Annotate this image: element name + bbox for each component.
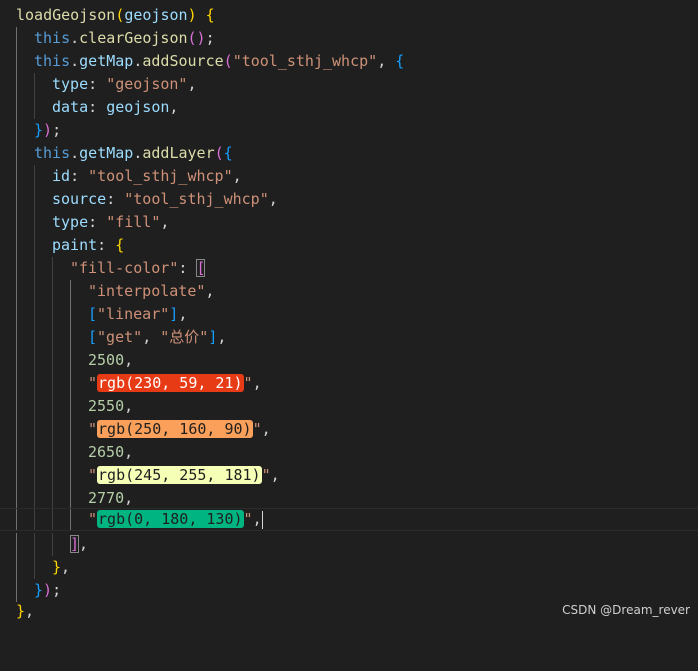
code-line: type: "geojson",	[0, 73, 698, 96]
add-layer-fn: addLayer	[142, 144, 215, 162]
source-value-string: "tool_sthj_whcp"	[124, 190, 269, 208]
fill-color-key: "fill-color"	[70, 259, 179, 277]
code-line: "fill-color": [	[0, 257, 698, 280]
watermark: CSDN @Dream_rever	[562, 603, 690, 617]
stop-value: 2550	[88, 397, 125, 415]
this-keyword: this	[34, 144, 71, 162]
color-swatch-stop-4[interactable]: rgb(0, 180, 130)	[97, 510, 244, 528]
source-key: source	[52, 190, 107, 208]
code-line: type: "fill",	[0, 211, 698, 234]
stop-value: 2650	[88, 443, 125, 461]
stop-value: 2770	[88, 489, 125, 507]
add-source-fn: addSource	[142, 52, 224, 70]
layer-id-string: "tool_sthj_whcp"	[88, 167, 233, 185]
getmap-prop: getMap	[79, 144, 134, 162]
type-key: type	[52, 213, 89, 231]
code-line: 2500,	[0, 349, 698, 372]
code-line: ["linear"],	[0, 303, 698, 326]
data-key: data	[52, 98, 89, 116]
code-line: ],	[0, 533, 698, 556]
code-line: this.getMap.addSource("tool_sthj_whcp", …	[0, 50, 698, 73]
paint-key: paint	[52, 236, 98, 254]
param-name: geojson	[124, 6, 188, 24]
clear-fn: clearGeojson	[79, 29, 188, 47]
code-line: loadGeojson(geojson) {	[16, 6, 215, 24]
code-line: "rgb(230, 59, 21)",	[0, 372, 698, 395]
price-field-string: "总价"	[160, 328, 209, 346]
linear-string: "linear"	[97, 305, 170, 323]
code-line: "rgb(245, 255, 181)",	[0, 464, 698, 487]
code-line: });	[0, 119, 698, 142]
code-line: this.clearGeojson();	[0, 27, 698, 50]
color-swatch-stop-2[interactable]: rgb(250, 160, 90)	[97, 420, 253, 438]
interpolate-string: "interpolate"	[88, 282, 206, 300]
code-line: "rgb(250, 160, 90)",	[0, 418, 698, 441]
code-line: });	[0, 579, 698, 602]
text-cursor	[261, 510, 263, 529]
code-editor[interactable]: loadGeojson(geojson) { this.clearGeojson…	[0, 0, 698, 623]
function-name: loadGeojson	[16, 6, 116, 24]
type-key: type	[52, 75, 89, 93]
code-line: 2770,	[0, 487, 698, 510]
type-geojson-string: "geojson"	[106, 75, 188, 93]
getmap-prop: getMap	[79, 52, 134, 70]
code-line: source: "tool_sthj_whcp",	[0, 188, 698, 211]
code-line: paint: {	[0, 234, 698, 257]
source-id-string: "tool_sthj_whcp"	[232, 52, 378, 70]
get-string: "get"	[97, 328, 143, 346]
code-line: this.getMap.addLayer({	[0, 142, 698, 165]
stop-value: 2500	[88, 351, 125, 369]
code-line-current[interactable]: "rgb(0, 180, 130)",	[0, 508, 698, 531]
color-swatch-stop-1[interactable]: rgb(230, 59, 21)	[97, 374, 244, 392]
color-swatch-stop-3[interactable]: rgb(245, 255, 181)	[97, 466, 262, 484]
code-line: data: geojson,	[0, 96, 698, 119]
code-line: 2650,	[0, 441, 698, 464]
this-keyword: this	[34, 52, 71, 70]
code-line: id: "tool_sthj_whcp",	[0, 165, 698, 188]
data-value: geojson	[106, 98, 170, 116]
code-line: "interpolate",	[0, 280, 698, 303]
code-line: ["get", "总价"],	[0, 326, 698, 349]
code-line: 2550,	[0, 395, 698, 418]
this-keyword: this	[34, 29, 71, 47]
id-key: id	[52, 167, 71, 185]
type-fill-string: "fill"	[106, 213, 161, 231]
code-line: },	[0, 556, 698, 579]
